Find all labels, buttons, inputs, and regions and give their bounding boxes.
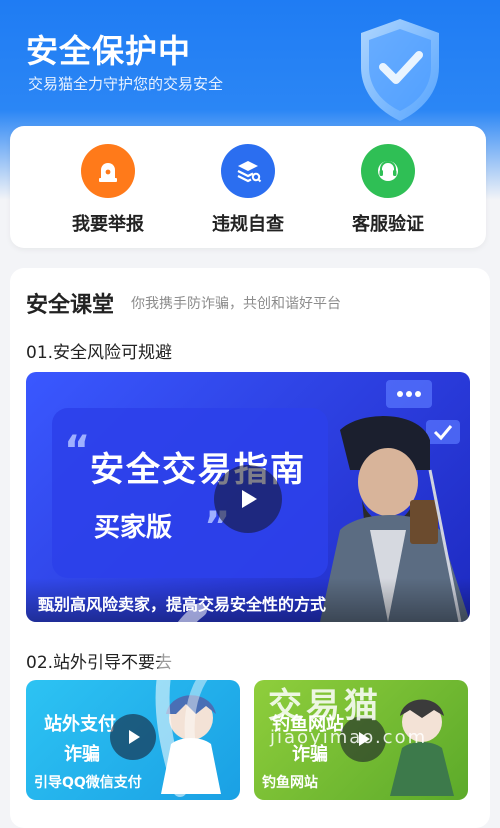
- report-button[interactable]: 我要举报: [48, 144, 168, 236]
- layers-search-icon: [221, 144, 275, 198]
- safety-class-subtitle: 你我携手防诈骗，共创和谐好平台: [131, 296, 341, 312]
- page-subtitle: 交易猫全力守护您的交易安全: [28, 75, 224, 93]
- page-title: 安全保护中: [26, 32, 192, 70]
- video-card-title: 站外支付: [44, 714, 116, 735]
- report-label: 我要举报: [72, 214, 144, 235]
- video-card-caption: 引导QQ微信支付: [34, 775, 142, 791]
- watermark-text: 交易猫: [268, 686, 382, 726]
- quick-actions-card: 我要举报 违规自查 客服验证: [10, 126, 486, 248]
- video-card-title-line2: 诈骗: [64, 744, 100, 765]
- alarm-icon: [81, 144, 135, 198]
- watermark-logo-icon: [155, 603, 225, 797]
- support-headset-icon: [361, 144, 415, 198]
- video-subheadline: 买家版: [94, 513, 173, 543]
- safety-class-title: 安全课堂: [26, 293, 115, 318]
- video-card-caption: 钓鱼网站: [262, 775, 318, 791]
- self-check-label: 违规自查: [212, 214, 284, 235]
- verify-support-button[interactable]: 客服验证: [328, 144, 448, 236]
- open-quote-icon: “: [64, 428, 91, 474]
- shield-check-icon: [361, 19, 439, 121]
- play-button[interactable]: [214, 465, 282, 533]
- main-video-card[interactable]: “ 安全交易指南 买家版 ” 甄别高风险卖家，提高交易安全性的方式: [26, 372, 470, 622]
- section-title-1: 01.安全风险可规避: [26, 343, 173, 363]
- verify-support-label: 客服验证: [352, 214, 424, 235]
- watermark-url: jiaoyimao.com: [270, 727, 428, 748]
- self-check-button[interactable]: 违规自查: [188, 144, 308, 236]
